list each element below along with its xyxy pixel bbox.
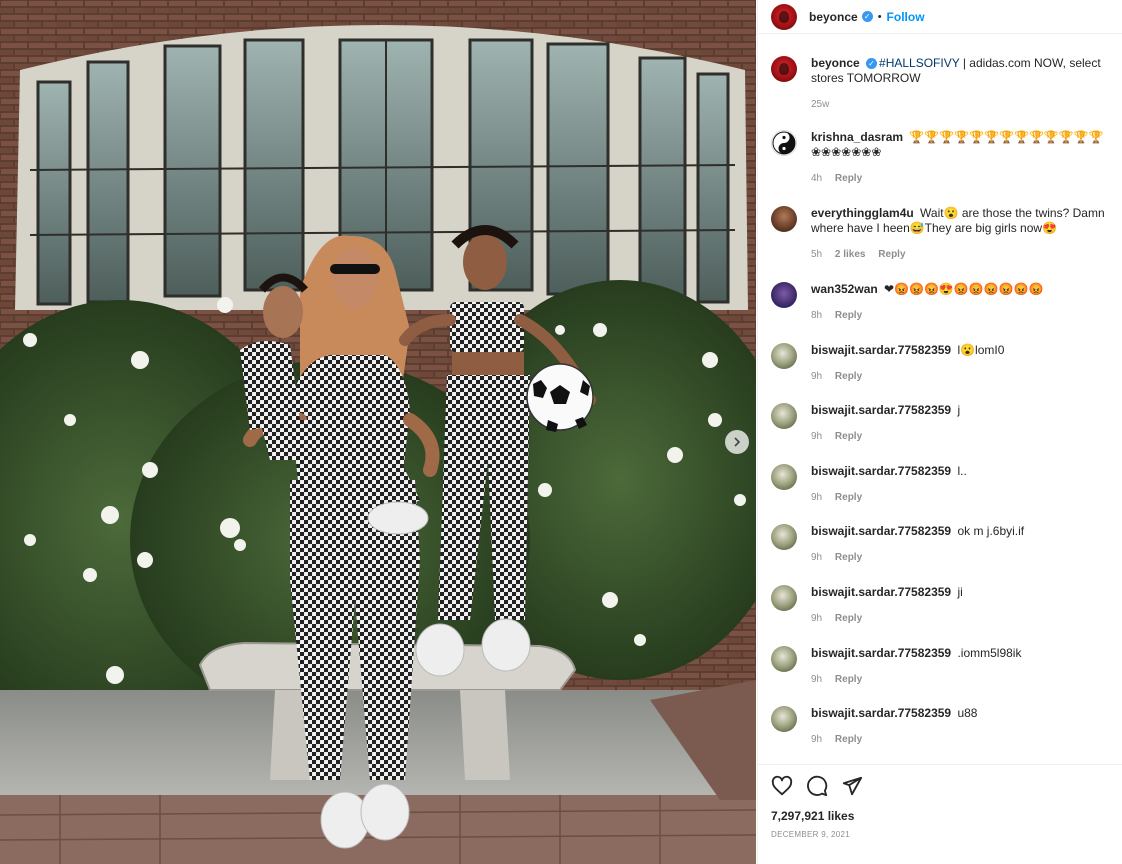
reply-button[interactable]: Reply (835, 552, 862, 563)
comment-meta: 4h Reply (811, 173, 872, 184)
likes-count[interactable]: 7,297,921 likes (771, 809, 854, 823)
caption-meta: 25w (811, 99, 839, 110)
reply-button[interactable]: Reply (835, 674, 862, 685)
caption-time[interactable]: 25w (811, 99, 829, 110)
comment-body: biswajit.sardar.77582359 ji (811, 585, 1119, 600)
comment-meta: 9h Reply (811, 371, 872, 382)
comment-body: biswajit.sardar.77582359 ok m j.6byi.if (811, 524, 1119, 539)
verified-icon: ✓ (866, 58, 878, 70)
comment-username[interactable]: krishna_dasram (811, 130, 903, 144)
comment-text: ok m j.6byi.if (957, 524, 1025, 538)
green-avatar[interactable] (771, 585, 797, 611)
comment-body: biswajit.sardar.77582359 j (811, 403, 1119, 418)
author-avatar[interactable] (771, 3, 797, 30)
reply-button[interactable]: Reply (835, 734, 862, 745)
green-avatar[interactable] (771, 706, 797, 732)
comment-username[interactable]: biswajit.sardar.77582359 (811, 343, 951, 357)
reply-button[interactable]: Reply (835, 371, 862, 382)
reply-button[interactable]: Reply (835, 613, 862, 624)
author-username[interactable]: beyonce (809, 10, 858, 24)
comment-meta: 9h Reply (811, 492, 872, 503)
comment-meta: 9h Reply (811, 552, 872, 563)
comment-username[interactable]: biswajit.sardar.77582359 (811, 524, 951, 538)
reply-button[interactable]: Reply (878, 249, 905, 260)
comment-meta: 9h Reply (811, 613, 872, 624)
chevron-right-icon (734, 437, 741, 447)
comment-meta: 8h Reply (811, 310, 872, 321)
comment-icon[interactable] (806, 775, 828, 797)
comment-time[interactable]: 4h (811, 173, 822, 184)
post-header: beyonce ✓ • Follow (758, 0, 1122, 34)
carousel-next-button[interactable] (725, 430, 749, 454)
comment-meta: 9h Reply (811, 674, 872, 685)
verified-icon: ✓ (861, 11, 873, 22)
green-avatar[interactable] (771, 524, 797, 550)
heart-icon[interactable] (771, 775, 793, 797)
comment-body: biswajit.sardar.77582359 l.. (811, 464, 1119, 479)
comment-username[interactable]: biswajit.sardar.77582359 (811, 646, 951, 660)
comment-likes[interactable]: 2 likes (835, 249, 866, 260)
follow-button[interactable]: Follow (887, 10, 925, 24)
post-actions: 7,297,921 likes December 9, 2021 (758, 764, 1122, 864)
comment-text: l😮lomI0 (957, 343, 1005, 357)
green-avatar[interactable] (771, 464, 797, 490)
reply-button[interactable]: Reply (835, 431, 862, 442)
comment-text: l.. (957, 464, 967, 478)
comment-text: ❤😡😡😡😍😡😡😡😡😡😡 (884, 282, 1044, 296)
purple-avatar[interactable] (771, 282, 797, 308)
comment-text: u88 (957, 706, 978, 720)
woman-avatar[interactable] (771, 206, 797, 232)
comment-text: .iomm5l98ik (957, 646, 1022, 660)
comment-body: everythingglam4u Wait😮 are those the twi… (811, 206, 1119, 236)
caption-hashtag[interactable]: #HALLSOFIVY (879, 56, 959, 70)
green-avatar[interactable] (771, 403, 797, 429)
caption-body: beyonce ✓ #HALLSOFIVY | adidas.com NOW, s… (811, 56, 1119, 86)
action-icons (771, 775, 863, 797)
comment-username[interactable]: biswajit.sardar.77582359 (811, 706, 951, 720)
comment-username[interactable]: wan352wan (811, 282, 878, 296)
share-icon[interactable] (841, 775, 863, 797)
green-avatar[interactable] (771, 646, 797, 672)
comment-text: ji (957, 585, 963, 599)
post-side-panel: beyonce ✓ • Follow beyonce ✓ #HALLSOFIVY … (757, 0, 1122, 864)
photo-illustration (0, 0, 756, 864)
comment-time[interactable]: 5h (811, 249, 822, 260)
comment-meta: 9h Reply (811, 431, 872, 442)
comment-time[interactable]: 9h (811, 371, 822, 382)
reply-button[interactable]: Reply (835, 492, 862, 503)
yin-yang-icon[interactable] (771, 130, 797, 156)
separator-dot: • (877, 10, 882, 23)
comment-body: biswajit.sardar.77582359 l😮lomI0 (811, 343, 1119, 358)
comment-username[interactable]: biswajit.sardar.77582359 (811, 464, 951, 478)
comment-body: biswajit.sardar.77582359 u88 (811, 706, 1119, 721)
comment-body: biswajit.sardar.77582359 .iomm5l98ik (811, 646, 1119, 661)
comment-username[interactable]: biswajit.sardar.77582359 (811, 585, 951, 599)
caption-avatar[interactable] (771, 56, 797, 82)
comment-time[interactable]: 9h (811, 734, 822, 745)
comment-body: krishna_dasram 🏆🏆🏆🏆🏆🏆🏆🏆🏆🏆🏆🏆🏆 ❀❀❀❀❀❀❀ (811, 130, 1119, 160)
comment-time[interactable]: 9h (811, 613, 822, 624)
comment-meta: 5h 2 likes Reply (811, 249, 916, 260)
comment-text: j (957, 403, 961, 417)
post-date[interactable]: December 9, 2021 (771, 830, 850, 839)
comment-meta: 9h Reply (811, 734, 872, 745)
comment-time[interactable]: 8h (811, 310, 822, 321)
comment-username[interactable]: everythingglam4u (811, 206, 914, 220)
reply-button[interactable]: Reply (835, 173, 862, 184)
reply-button[interactable]: Reply (835, 310, 862, 321)
comment-time[interactable]: 9h (811, 431, 822, 442)
post-photo[interactable] (0, 0, 756, 864)
comment-body: wan352wan ❤😡😡😡😍😡😡😡😡😡😡 (811, 282, 1119, 297)
caption-username[interactable]: beyonce (811, 56, 860, 70)
comment-time[interactable]: 9h (811, 674, 822, 685)
green-avatar[interactable] (771, 343, 797, 369)
comment-time[interactable]: 9h (811, 492, 822, 503)
comment-time[interactable]: 9h (811, 552, 822, 563)
comment-username[interactable]: biswajit.sardar.77582359 (811, 403, 951, 417)
